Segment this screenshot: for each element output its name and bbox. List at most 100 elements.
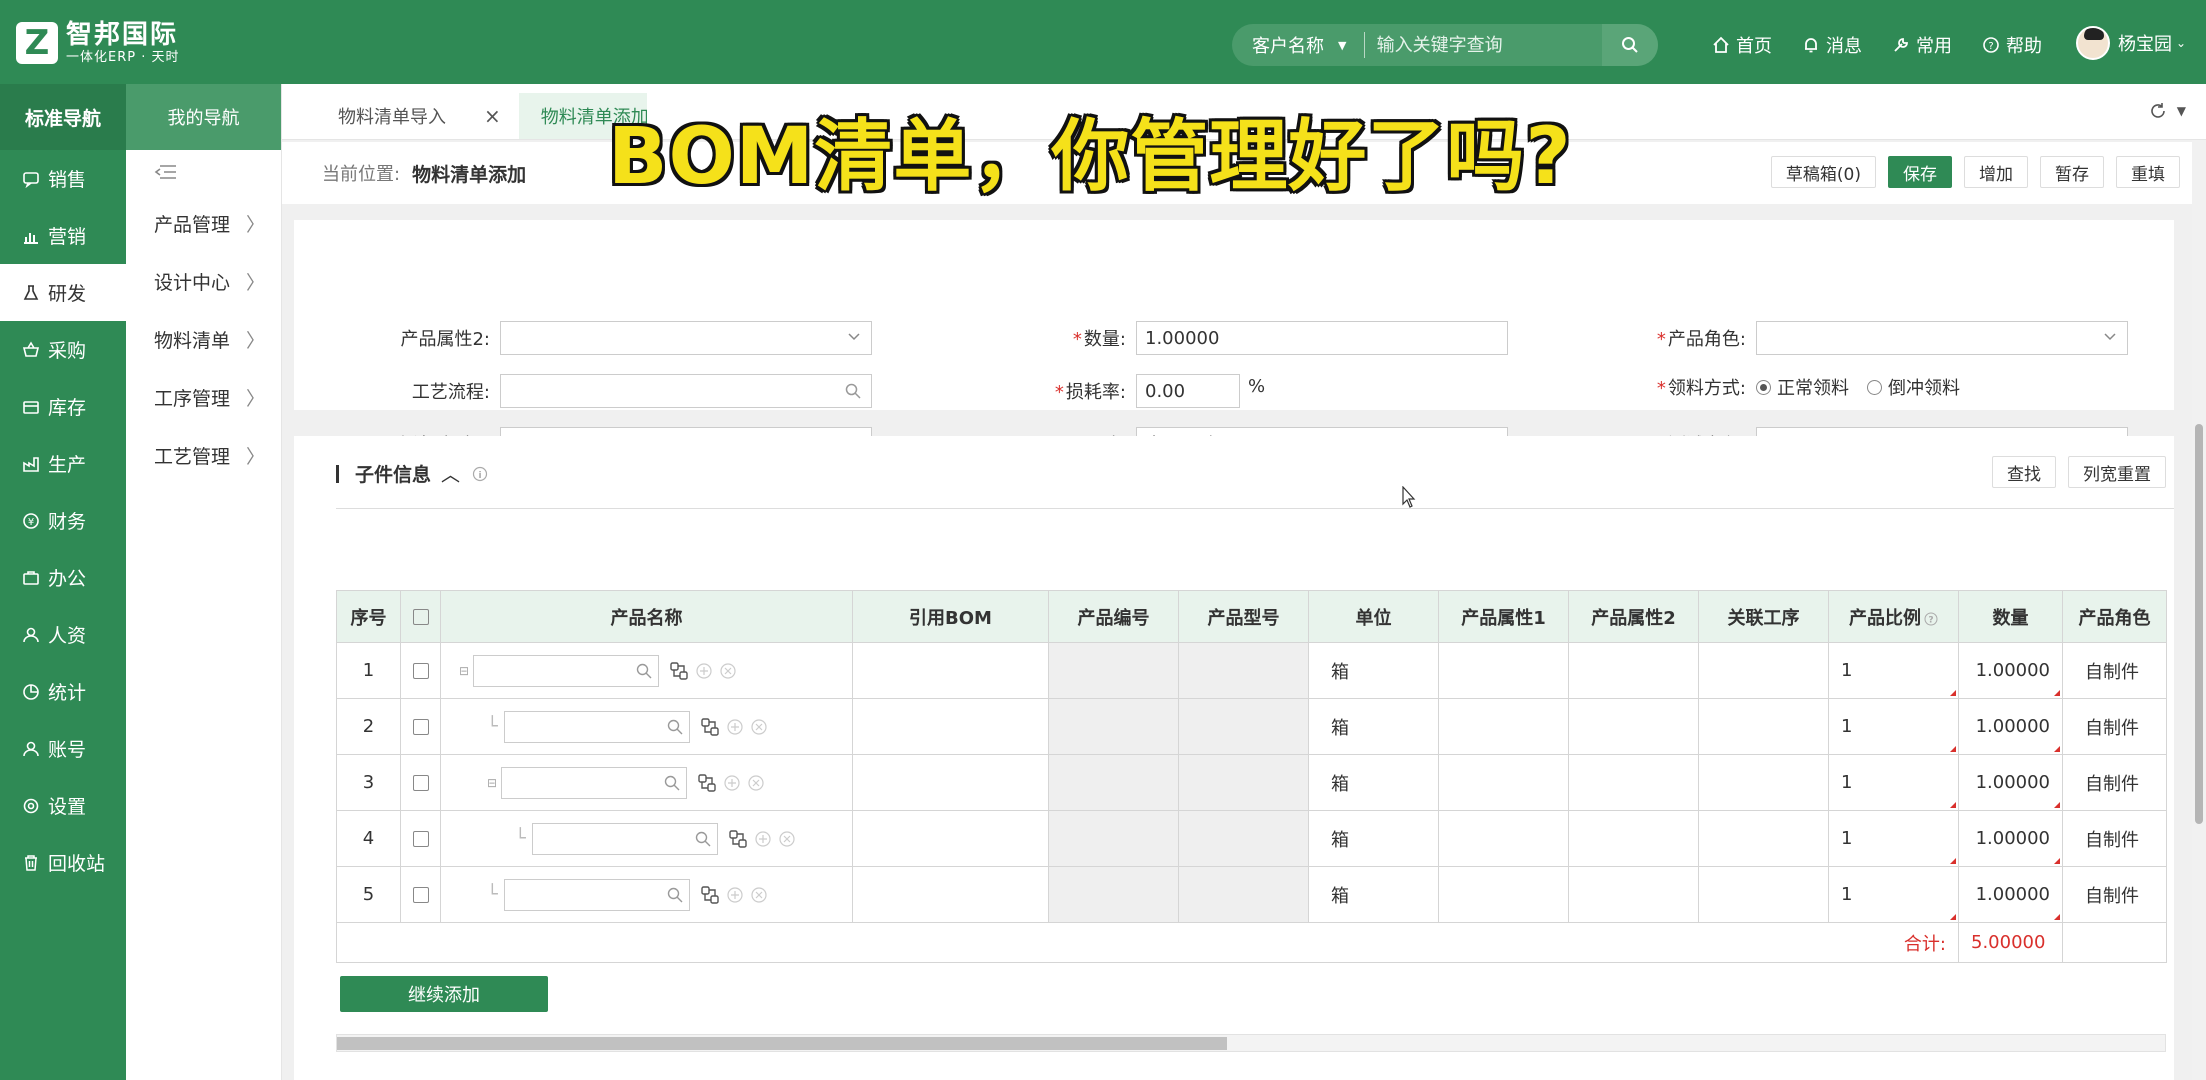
cell-qty[interactable]: 1.00000: [1958, 866, 2063, 923]
search-input[interactable]: [1364, 24, 1602, 66]
checkbox[interactable]: [412, 609, 429, 625]
subnav-header[interactable]: 我的导航: [126, 84, 281, 150]
cell-ratio[interactable]: 1: [1828, 698, 1959, 755]
cell-select[interactable]: [400, 698, 441, 755]
cell-qty[interactable]: 1.00000: [1958, 642, 2063, 699]
sidebar-item-settings[interactable]: 设置: [0, 777, 126, 834]
sidebar-header[interactable]: 标准导航: [0, 84, 126, 150]
reset-button[interactable]: 重填: [2116, 156, 2180, 188]
cell-attr2[interactable]: [1568, 754, 1699, 811]
search-icon[interactable]: [695, 831, 711, 847]
sidebar-item-recycle[interactable]: 回收站: [0, 834, 126, 891]
cell-ref-bom[interactable]: [852, 698, 1049, 755]
find-button[interactable]: 查找: [1992, 456, 2056, 488]
drafts-button[interactable]: 草稿箱(0): [1770, 156, 1876, 188]
cell-qty[interactable]: 1.00000: [1958, 810, 2063, 867]
search-icon[interactable]: [667, 887, 683, 903]
role-select[interactable]: [1756, 321, 2128, 355]
loss-input[interactable]: 0.00: [1136, 374, 1240, 408]
cell-ratio[interactable]: 1: [1828, 810, 1959, 867]
cell-related-process[interactable]: [1698, 754, 1829, 811]
add-circle-icon[interactable]: [723, 774, 741, 792]
search-icon[interactable]: [845, 383, 861, 399]
horizontal-scrollbar[interactable]: [336, 1034, 2166, 1052]
cell-ref-bom[interactable]: [852, 866, 1049, 923]
user-menu[interactable]: 杨宝园 ⌄: [2076, 26, 2186, 60]
col-select-all[interactable]: [400, 590, 441, 643]
cell-attr1[interactable]: [1438, 866, 1569, 923]
cell-related-process[interactable]: [1698, 866, 1829, 923]
temp-save-button[interactable]: 暂存: [2040, 156, 2104, 188]
search-type-select[interactable]: 客户名称 ▼: [1232, 32, 1365, 58]
add-circle-icon[interactable]: [726, 718, 744, 736]
subnav-item-process[interactable]: 工序管理〉: [126, 368, 281, 426]
cell-select[interactable]: [400, 642, 441, 699]
nav-common[interactable]: 常用: [1892, 32, 1952, 58]
subnav-item-design[interactable]: 设计中心〉: [126, 252, 281, 310]
remove-circle-icon[interactable]: [747, 774, 765, 792]
radio-backflush-pick[interactable]: 倒冲领料: [1867, 374, 1960, 400]
tree-collapse-icon[interactable]: ⊟: [459, 664, 469, 678]
cell-attr2[interactable]: [1568, 642, 1699, 699]
sidebar-item-stats[interactable]: 统计: [0, 663, 126, 720]
sidebar-item-finance[interactable]: ¥ 财务: [0, 492, 126, 549]
search-button[interactable]: [1601, 24, 1658, 66]
cell-ratio[interactable]: 1: [1828, 754, 1959, 811]
checkbox[interactable]: [412, 887, 429, 903]
sidebar-item-production[interactable]: 生产: [0, 435, 126, 492]
remove-circle-icon[interactable]: [750, 886, 768, 904]
cell-attr1[interactable]: [1438, 698, 1569, 755]
collapse-button[interactable]: [126, 150, 281, 194]
cell-attr2[interactable]: [1568, 698, 1699, 755]
cell-qty[interactable]: 1.00000: [1958, 698, 2063, 755]
cell-role[interactable]: 自制件: [2062, 642, 2167, 699]
remove-circle-icon[interactable]: [719, 662, 737, 680]
product-name-input[interactable]: [503, 878, 690, 911]
scroll-thumb[interactable]: [337, 1037, 1227, 1050]
bom-select-icon[interactable]: [700, 717, 720, 737]
cell-attr1[interactable]: [1438, 642, 1569, 699]
product-name-input[interactable]: [531, 822, 718, 855]
continue-add-button[interactable]: 继续添加: [340, 976, 548, 1012]
logo[interactable]: Z 智邦国际 一体化ERP · 天时: [16, 20, 179, 66]
search-icon[interactable]: [664, 775, 680, 791]
sidebar-item-office[interactable]: 办公: [0, 549, 126, 606]
attr2-select[interactable]: [500, 321, 872, 355]
subnav-item-bom[interactable]: 物料清单〉: [126, 310, 281, 368]
cell-ref-bom[interactable]: [852, 642, 1049, 699]
checkbox[interactable]: [412, 775, 429, 791]
subnav-item-product[interactable]: 产品管理〉: [126, 194, 281, 252]
add-circle-icon[interactable]: [754, 830, 772, 848]
cell-ratio[interactable]: 1: [1828, 642, 1959, 699]
cell-ref-bom[interactable]: [852, 754, 1049, 811]
cell-attr2[interactable]: [1568, 810, 1699, 867]
nav-help[interactable]: ? 帮助: [1982, 32, 2042, 58]
product-name-input[interactable]: [473, 654, 660, 687]
bom-select-icon[interactable]: [700, 885, 720, 905]
scroll-thumb[interactable]: [2195, 424, 2203, 824]
cell-role[interactable]: 自制件: [2062, 698, 2167, 755]
sidebar-item-account[interactable]: 账号: [0, 720, 126, 777]
cell-role[interactable]: 自制件: [2062, 866, 2167, 923]
close-icon[interactable]: ×: [484, 104, 501, 128]
cell-attr1[interactable]: [1438, 810, 1569, 867]
sidebar-item-hr[interactable]: 人资: [0, 606, 126, 663]
sidebar-item-purchase[interactable]: 采购: [0, 321, 126, 378]
refresh-icon[interactable]: [2149, 102, 2167, 120]
product-name-input[interactable]: [503, 710, 690, 743]
sidebar-item-sales[interactable]: 销售: [0, 150, 126, 207]
chevron-up-icon[interactable]: ︿: [441, 460, 460, 487]
remove-circle-icon[interactable]: [778, 830, 796, 848]
radio-normal-pick[interactable]: 正常领料: [1756, 374, 1849, 400]
sidebar-item-marketing[interactable]: 营销: [0, 207, 126, 264]
help-icon[interactable]: ?: [1924, 612, 1938, 626]
save-button[interactable]: 保存: [1888, 156, 1952, 188]
cell-qty[interactable]: 1.00000: [1958, 754, 2063, 811]
cell-related-process[interactable]: [1698, 698, 1829, 755]
cell-select[interactable]: [400, 754, 441, 811]
cell-select[interactable]: [400, 810, 441, 867]
cell-related-process[interactable]: [1698, 810, 1829, 867]
cell-select[interactable]: [400, 866, 441, 923]
cell-role[interactable]: 自制件: [2062, 810, 2167, 867]
info-icon[interactable]: i: [472, 466, 488, 482]
